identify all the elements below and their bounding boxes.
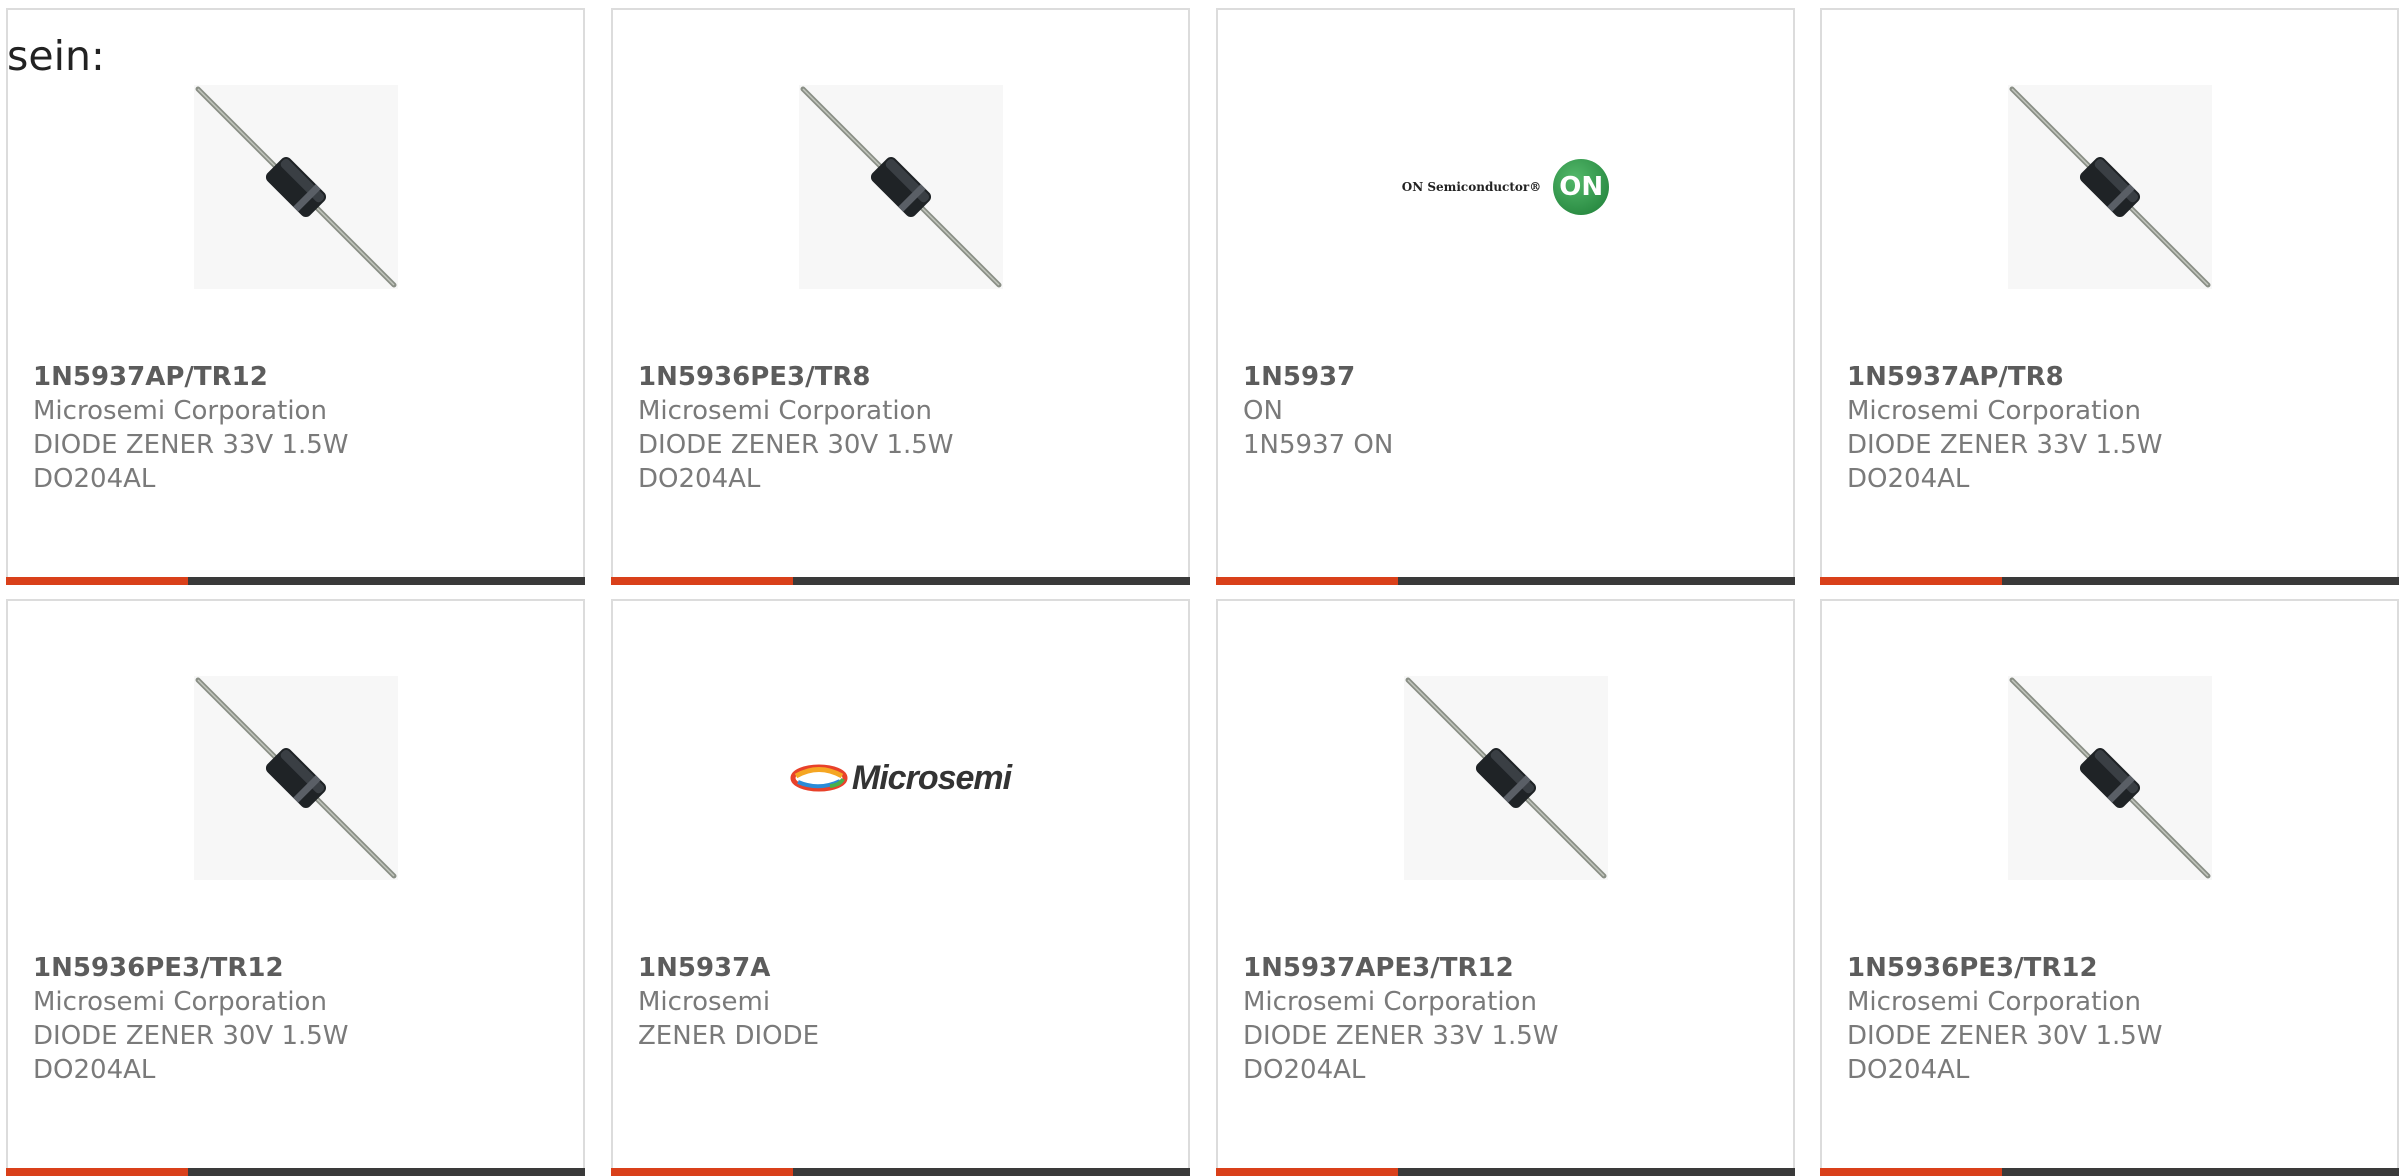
part-number[interactable]: 1N5937AP/TR8 xyxy=(1847,360,2163,394)
description: DIODE ZENER 33V 1.5W xyxy=(1243,1021,1559,1051)
diode-image[interactable] xyxy=(8,667,583,889)
product-card[interactable]: Microsemi 1N5937A Microsemi ZENER DIODE xyxy=(611,599,1190,1176)
description: DIODE ZENER 33V 1.5W xyxy=(1847,430,2163,460)
part-number[interactable]: 1N5936PE3/TR12 xyxy=(1847,951,2163,985)
manufacturer: Microsemi Corporation xyxy=(33,396,327,426)
product-info: 1N5937A Microsemi ZENER DIODE xyxy=(638,951,819,1053)
manufacturer: Microsemi Corporation xyxy=(33,987,327,1017)
card-bottom-bar xyxy=(611,1168,1190,1176)
card-accent-bar xyxy=(1820,577,2002,585)
package: DO204AL xyxy=(638,464,761,494)
card-bottom-bar xyxy=(6,577,585,585)
product-info: 1N5936PE3/TR8 Microsemi Corporation DIODE … xyxy=(638,360,954,496)
card-accent-bar xyxy=(6,577,188,585)
description: DIODE ZENER 30V 1.5W xyxy=(33,1021,349,1051)
part-number[interactable]: 1N5937A xyxy=(638,951,819,985)
diode-image[interactable] xyxy=(8,76,583,298)
product-card[interactable]: 1N5937AP/TR12 Microsemi Corporation DIODE … xyxy=(6,8,585,585)
logo-text: Microsemi xyxy=(851,758,1012,797)
product-card[interactable]: 1N5936PE3/TR12 Microsemi Corporation DIODE… xyxy=(1820,599,2399,1176)
product-info: 1N5936PE3/TR12 Microsemi Corporation DIODE… xyxy=(33,951,349,1087)
card-accent-bar xyxy=(1216,577,1398,585)
manufacturer: Microsemi Corporation xyxy=(1847,396,2141,426)
part-number[interactable]: 1N5937 xyxy=(1243,360,1393,394)
manufacturer: Microsemi xyxy=(638,987,771,1017)
part-number[interactable]: 1N5937AP/TR12 xyxy=(33,360,349,394)
product-info: 1N5937 ON 1N5937 ON xyxy=(1243,360,1393,462)
product-card[interactable]: ON Semiconductor® ON 1N5937 ON 1N5937 ON xyxy=(1216,8,1795,585)
on-semiconductor-logo[interactable]: ON Semiconductor® ON xyxy=(1218,76,1793,298)
product-card[interactable]: 1N5937APE3/TR12 Microsemi Corporation DIOD… xyxy=(1216,599,1795,1176)
package: DO204AL xyxy=(33,1055,156,1085)
package: DO204AL xyxy=(1847,1055,1970,1085)
card-bottom-bar xyxy=(1216,1168,1795,1176)
description: 1N5937 ON xyxy=(1243,430,1394,460)
microsemi-logo[interactable]: Microsemi xyxy=(613,667,1188,889)
product-info: 1N5936PE3/TR12 Microsemi Corporation DIODE… xyxy=(1847,951,2163,1087)
description: DIODE ZENER 33V 1.5W xyxy=(33,430,349,460)
card-bottom-bar xyxy=(6,1168,585,1176)
on-badge-icon: ON xyxy=(1553,159,1610,215)
product-info: 1N5937AP/TR8 Microsemi Corporation DIODE Z… xyxy=(1847,360,2163,496)
product-info: 1N5937APE3/TR12 Microsemi Corporation DIOD… xyxy=(1243,951,1559,1087)
diode-image[interactable] xyxy=(613,76,1188,298)
card-accent-bar xyxy=(6,1168,188,1176)
package: DO204AL xyxy=(1847,464,1970,494)
microsemi-swirl-icon xyxy=(790,764,848,792)
product-info: 1N5937AP/TR12 Microsemi Corporation DIODE … xyxy=(33,360,349,496)
description: DIODE ZENER 30V 1.5W xyxy=(1847,1021,2163,1051)
package: DO204AL xyxy=(33,464,156,494)
product-card[interactable]: 1N5937AP/TR8 Microsemi Corporation DIODE Z… xyxy=(1820,8,2399,585)
card-accent-bar xyxy=(1820,1168,2002,1176)
manufacturer: Microsemi Corporation xyxy=(1243,987,1537,1017)
diode-image[interactable] xyxy=(1218,667,1793,889)
diode-image[interactable] xyxy=(1822,667,2397,889)
logo-text: ON Semiconductor® xyxy=(1401,180,1542,194)
card-bottom-bar xyxy=(1216,577,1795,585)
part-number[interactable]: 1N5937APE3/TR12 xyxy=(1243,951,1559,985)
package: DO204AL xyxy=(1243,1055,1366,1085)
card-bottom-bar xyxy=(611,577,1190,585)
manufacturer: Microsemi Corporation xyxy=(1847,987,2141,1017)
description: DIODE ZENER 30V 1.5W xyxy=(638,430,954,460)
manufacturer: ON xyxy=(1243,396,1283,426)
card-accent-bar xyxy=(611,1168,793,1176)
intro-text: sein: xyxy=(7,32,105,80)
product-card[interactable]: 1N5936PE3/TR8 Microsemi Corporation DIODE … xyxy=(611,8,1190,585)
part-number[interactable]: 1N5936PE3/TR12 xyxy=(33,951,349,985)
manufacturer: Microsemi Corporation xyxy=(638,396,932,426)
card-accent-bar xyxy=(1216,1168,1398,1176)
card-bottom-bar xyxy=(1820,1168,2399,1176)
product-card[interactable]: 1N5936PE3/TR12 Microsemi Corporation DIODE… xyxy=(6,599,585,1176)
part-number[interactable]: 1N5936PE3/TR8 xyxy=(638,360,954,394)
description: ZENER DIODE xyxy=(638,1021,820,1051)
card-accent-bar xyxy=(611,577,793,585)
diode-image[interactable] xyxy=(1822,76,2397,298)
card-bottom-bar xyxy=(1820,577,2399,585)
